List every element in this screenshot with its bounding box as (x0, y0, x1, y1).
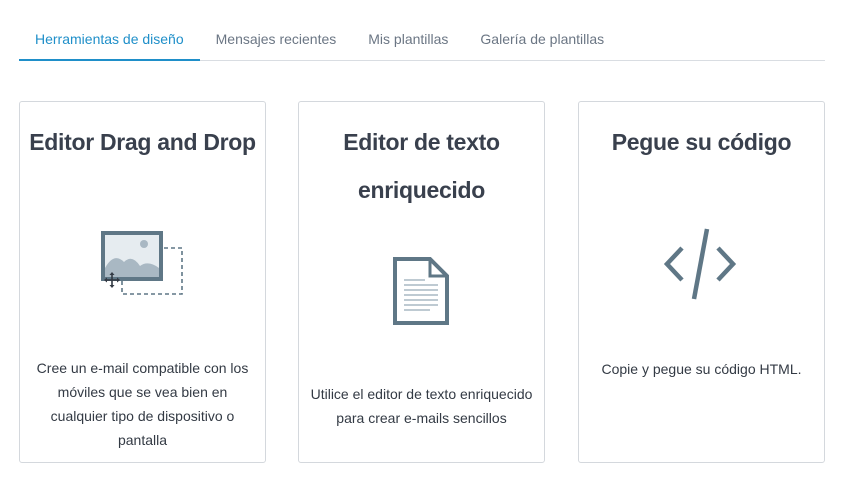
code-icon (664, 228, 736, 300)
card-paste-code[interactable]: Pegue su código Copie y pegue su código … (578, 101, 825, 463)
editor-options: Editor Drag and Drop Cree un e-mail comp… (19, 101, 825, 463)
tab-recent-messages[interactable]: Mensajes recientes (200, 19, 353, 60)
card-title: Editor Drag and Drop (29, 129, 256, 155)
tab-design-tools[interactable]: Herramientas de diseño (19, 19, 200, 61)
tab-bar: Herramientas de diseño Mensajes reciente… (19, 19, 825, 61)
document-icon (393, 257, 449, 325)
card-description: Cree un e-mail compatible con los móvile… (36, 360, 249, 448)
tab-template-gallery[interactable]: Galería de plantillas (464, 19, 620, 60)
card-description: Copie y pegue su código HTML. (601, 361, 802, 377)
card-description: Utilice el editor de texto enriquecido p… (310, 386, 533, 426)
card-title: Pegue su código (611, 129, 792, 155)
drag-drop-image-icon (101, 231, 183, 295)
card-title: Editor de texto enriquecido (343, 129, 500, 203)
card-drag-and-drop[interactable]: Editor Drag and Drop Cree un e-mail comp… (19, 101, 266, 463)
tab-my-templates[interactable]: Mis plantillas (352, 19, 464, 60)
card-rich-text-editor[interactable]: Editor de texto enriquecido Utilice el e… (298, 101, 545, 463)
